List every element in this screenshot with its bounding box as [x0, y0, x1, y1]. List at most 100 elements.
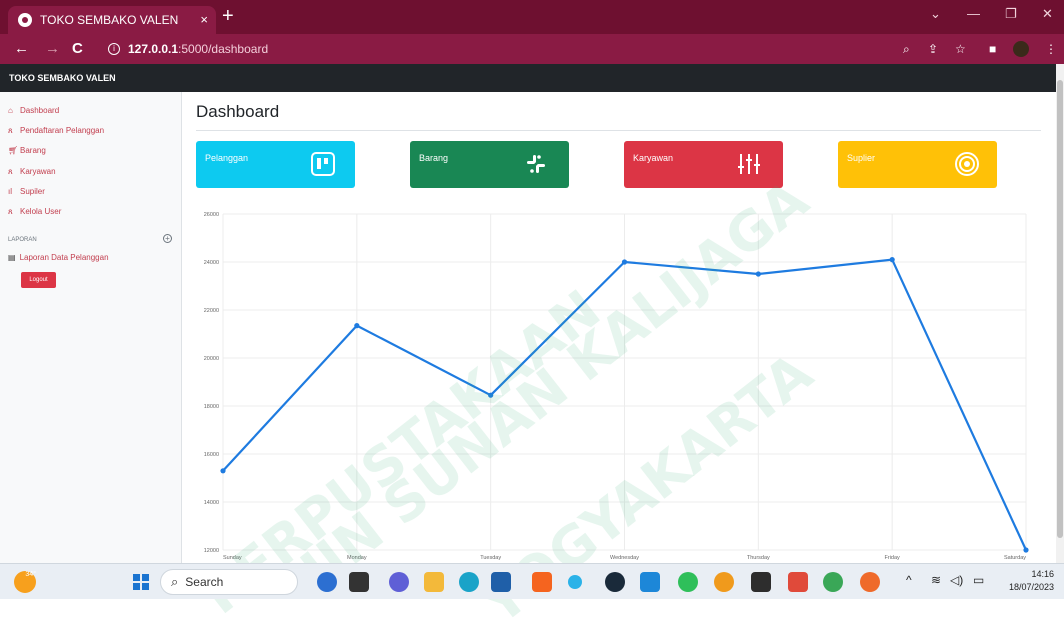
- y-tick-label: 18000: [204, 404, 219, 410]
- weather-temp: 34°: [25, 571, 36, 578]
- share-icon[interactable]: ⇪: [928, 42, 938, 56]
- restore-icon[interactable]: ❐: [1005, 6, 1017, 22]
- add-report-icon[interactable]: +: [163, 234, 172, 243]
- sidebar-item-supiler[interactable]: ıl Supiler: [8, 187, 45, 196]
- card-karyawan[interactable]: Karyawan: [624, 141, 783, 188]
- taskbar-app-icon[interactable]: [317, 572, 337, 592]
- speaker-icon[interactable]: ◁): [950, 573, 963, 587]
- new-tab-button[interactable]: +: [222, 6, 234, 26]
- target-icon: [955, 152, 979, 176]
- battery-icon[interactable]: ▭: [973, 573, 984, 587]
- card-label: Suplier: [847, 153, 876, 163]
- side-panel-icon[interactable]: ■: [989, 42, 996, 56]
- sidebar-item-dashboard[interactable]: ⌂ Dashboard: [8, 106, 59, 115]
- document-icon: ▤: [8, 253, 16, 262]
- main-content: Dashboard Pelanggan Barang Karyawan Supl…: [183, 92, 1056, 563]
- y-tick-label: 16000: [204, 452, 219, 458]
- browser-tab-strip: TOKO SEMBAKO VALEN × + ⌄ — ❐ ✕: [0, 0, 1064, 34]
- data-point: [354, 323, 360, 329]
- tab-title: TOKO SEMBAKO VALEN: [40, 13, 179, 27]
- tab-search-chevron-icon[interactable]: ⌄: [930, 6, 941, 22]
- mail-icon[interactable]: [491, 572, 511, 592]
- terminal-icon[interactable]: [751, 572, 771, 592]
- card-label: Barang: [419, 153, 449, 163]
- sidebar-item-label: Kelola User: [20, 207, 62, 216]
- back-button[interactable]: ←: [14, 40, 29, 57]
- x-tick-label: Monday: [347, 555, 367, 561]
- card-suplier[interactable]: Suplier: [838, 141, 997, 188]
- forward-button[interactable]: →: [45, 40, 60, 57]
- sidebar-item-label: Karyawan: [20, 167, 56, 176]
- sidebar-item-label: Laporan Data Pelanggan: [19, 253, 109, 262]
- card-label: Karyawan: [633, 153, 674, 163]
- show-hidden-icons-chevron-icon[interactable]: ^: [906, 573, 912, 587]
- sidebar-item-pendaftaran-pelanggan[interactable]: ጸ Pendaftaran Pelanggan: [8, 126, 104, 135]
- address-bar[interactable]: i 127.0.0.1 :5000/dashboard: [100, 39, 910, 59]
- title-divider: [196, 130, 1041, 131]
- whatsapp-icon[interactable]: [678, 572, 698, 592]
- slack-icon: [527, 155, 545, 173]
- menu-kebab-icon[interactable]: ⋮: [1045, 42, 1057, 56]
- reload-button[interactable]: C: [72, 40, 83, 57]
- sidebar-item-label: Pendaftaran Pelanggan: [20, 126, 105, 135]
- search-icon: ⌕: [171, 574, 179, 589]
- firefox-icon[interactable]: [860, 572, 880, 592]
- minimize-icon[interactable]: —: [967, 6, 980, 21]
- profile-avatar[interactable]: [1013, 41, 1029, 57]
- chrome-icon[interactable]: [823, 572, 843, 592]
- users-icon: ጸ: [8, 125, 13, 135]
- taskbar-app-icon[interactable]: [568, 575, 582, 589]
- sidebar-item-laporan-data-pelanggan[interactable]: ▤ Laporan Data Pelanggan: [8, 253, 109, 262]
- bookmark-star-icon[interactable]: ☆: [955, 42, 966, 56]
- url-host: 127.0.0.1: [128, 42, 179, 56]
- sidebar-item-label: Dashboard: [20, 106, 60, 115]
- page-scrollbar-thumb[interactable]: [1057, 80, 1063, 538]
- sidebar-item-karyawan[interactable]: ጸ Karyawan: [8, 167, 56, 176]
- start-button[interactable]: [133, 574, 149, 590]
- card-barang[interactable]: Barang: [410, 141, 569, 188]
- taskbar-app-icon[interactable]: [349, 572, 369, 592]
- taskbar-app-icon[interactable]: [714, 572, 734, 592]
- weather-widget[interactable]: 34°: [14, 571, 36, 593]
- app-brand[interactable]: TOKO SEMBAKO VALEN: [9, 73, 116, 83]
- browser-tab[interactable]: TOKO SEMBAKO VALEN ×: [8, 6, 216, 34]
- system-clock[interactable]: 14:16 18/07/2023: [1009, 568, 1054, 594]
- x-tick-label: Friday: [885, 555, 901, 561]
- sidebar-section-laporan: LAPORAN: [8, 237, 37, 243]
- site-info-icon[interactable]: i: [108, 43, 120, 55]
- tab-close-icon[interactable]: ×: [200, 12, 208, 27]
- os-taskbar: 34° ⌕ Search ^ ≋ ◁) ▭ 14:16 18/07/2023: [0, 563, 1064, 599]
- data-point: [755, 271, 761, 277]
- data-point: [889, 257, 895, 263]
- taskbar-app-icon[interactable]: [389, 572, 409, 592]
- data-point: [488, 392, 494, 398]
- card-label: Pelanggan: [205, 153, 249, 163]
- vscode-icon[interactable]: [640, 572, 660, 592]
- zoom-icon[interactable]: ⌕: [903, 42, 910, 57]
- x-tick-label: Tuesday: [480, 555, 501, 561]
- xampp-icon[interactable]: [788, 572, 808, 592]
- edge-browser-icon[interactable]: [459, 572, 479, 592]
- y-tick-label: 20000: [204, 356, 219, 362]
- taskbar-search[interactable]: ⌕ Search: [160, 569, 298, 595]
- x-tick-label: Wednesday: [610, 555, 639, 561]
- app-navbar: TOKO SEMBAKO VALEN: [0, 64, 1056, 92]
- file-explorer-icon[interactable]: [424, 572, 444, 592]
- wifi-icon[interactable]: ≋: [931, 573, 941, 587]
- logout-button[interactable]: Logout: [21, 272, 56, 288]
- sidebar-item-kelola-user[interactable]: ጸ Kelola User: [8, 207, 61, 216]
- close-window-icon[interactable]: ✕: [1042, 6, 1053, 22]
- card-pelanggan[interactable]: Pelanggan: [196, 141, 355, 188]
- y-tick-label: 22000: [204, 308, 219, 314]
- user-icon: ጸ: [8, 206, 13, 216]
- site-favicon-icon: [18, 13, 32, 27]
- bar-chart-icon: ıl: [8, 186, 12, 196]
- taskbar-app-icon[interactable]: [532, 572, 552, 592]
- y-tick-label: 14000: [204, 500, 219, 506]
- taskbar-app-icon[interactable]: [605, 572, 625, 592]
- data-point: [621, 259, 628, 265]
- x-tick-label: Sunday: [223, 555, 242, 561]
- home-icon: ⌂: [8, 105, 13, 115]
- sidebar-item-barang[interactable]: 🛒︎ Barang: [8, 146, 46, 155]
- sidebar: ⌂ Dashboard ጸ Pendaftaran Pelanggan 🛒︎ B…: [0, 92, 182, 563]
